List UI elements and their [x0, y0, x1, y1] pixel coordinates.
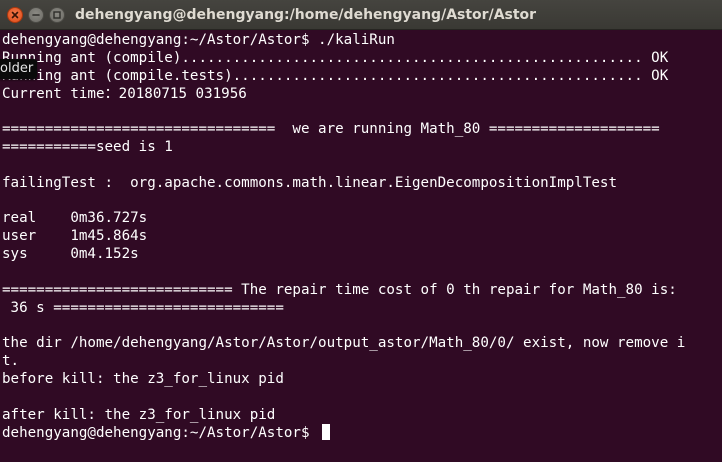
terminal-line: dehengyang@dehengyang:~/Astor/Astor$ ./k…: [2, 32, 395, 48]
terminal-line: failingTest : org.apache.commons.math.li…: [2, 175, 617, 191]
terminal-line: user 1m45.864s: [2, 228, 148, 244]
terminal-line: Running ant (compile.tests).............…: [2, 68, 669, 84]
terminal-line: ================================ we are …: [2, 121, 660, 137]
close-icon: [11, 11, 19, 19]
title-bar[interactable]: dehengyang@dehengyang:/home/dehengyang/A…: [0, 0, 722, 30]
prompt-line[interactable]: dehengyang@dehengyang:~/Astor/Astor$: [2, 424, 331, 442]
terminal-line: =========================== The repair t…: [2, 282, 677, 298]
maximize-icon: [53, 11, 61, 19]
terminal-line: Running ant (compile)...................…: [2, 50, 669, 66]
terminal-line: t.: [2, 353, 20, 369]
close-button[interactable]: [7, 7, 23, 23]
terminal-line: sys 0m4.152s: [2, 246, 139, 262]
terminal-line: after kill: the z3_for_linux pid: [2, 407, 276, 423]
terminal-line: ===========seed is 1: [2, 139, 173, 155]
window-title: dehengyang@dehengyang:/home/dehengyang/A…: [75, 7, 537, 23]
terminal-line: real 0m36.727s: [2, 210, 148, 226]
minimize-button[interactable]: [28, 7, 44, 23]
tooltip: older: [0, 59, 38, 79]
terminal-area[interactable]: dehengyang@dehengyang:~/Astor/Astor$ ./k…: [0, 30, 722, 462]
terminal-line: 36 s ===========================: [2, 300, 284, 316]
text-cursor: [322, 424, 331, 440]
minimize-icon: [32, 14, 40, 16]
terminal-line: before kill: the z3_for_linux pid: [2, 371, 284, 387]
terminal-window: dehengyang@dehengyang:/home/dehengyang/A…: [0, 0, 722, 462]
terminal-line: the dir /home/dehengyang/Astor/Astor/out…: [2, 335, 686, 351]
terminal-line: Current time：20180715 031956: [2, 86, 247, 102]
maximize-button[interactable]: [49, 7, 65, 23]
shell-prompt: dehengyang@dehengyang:~/Astor/Astor$: [2, 425, 319, 441]
